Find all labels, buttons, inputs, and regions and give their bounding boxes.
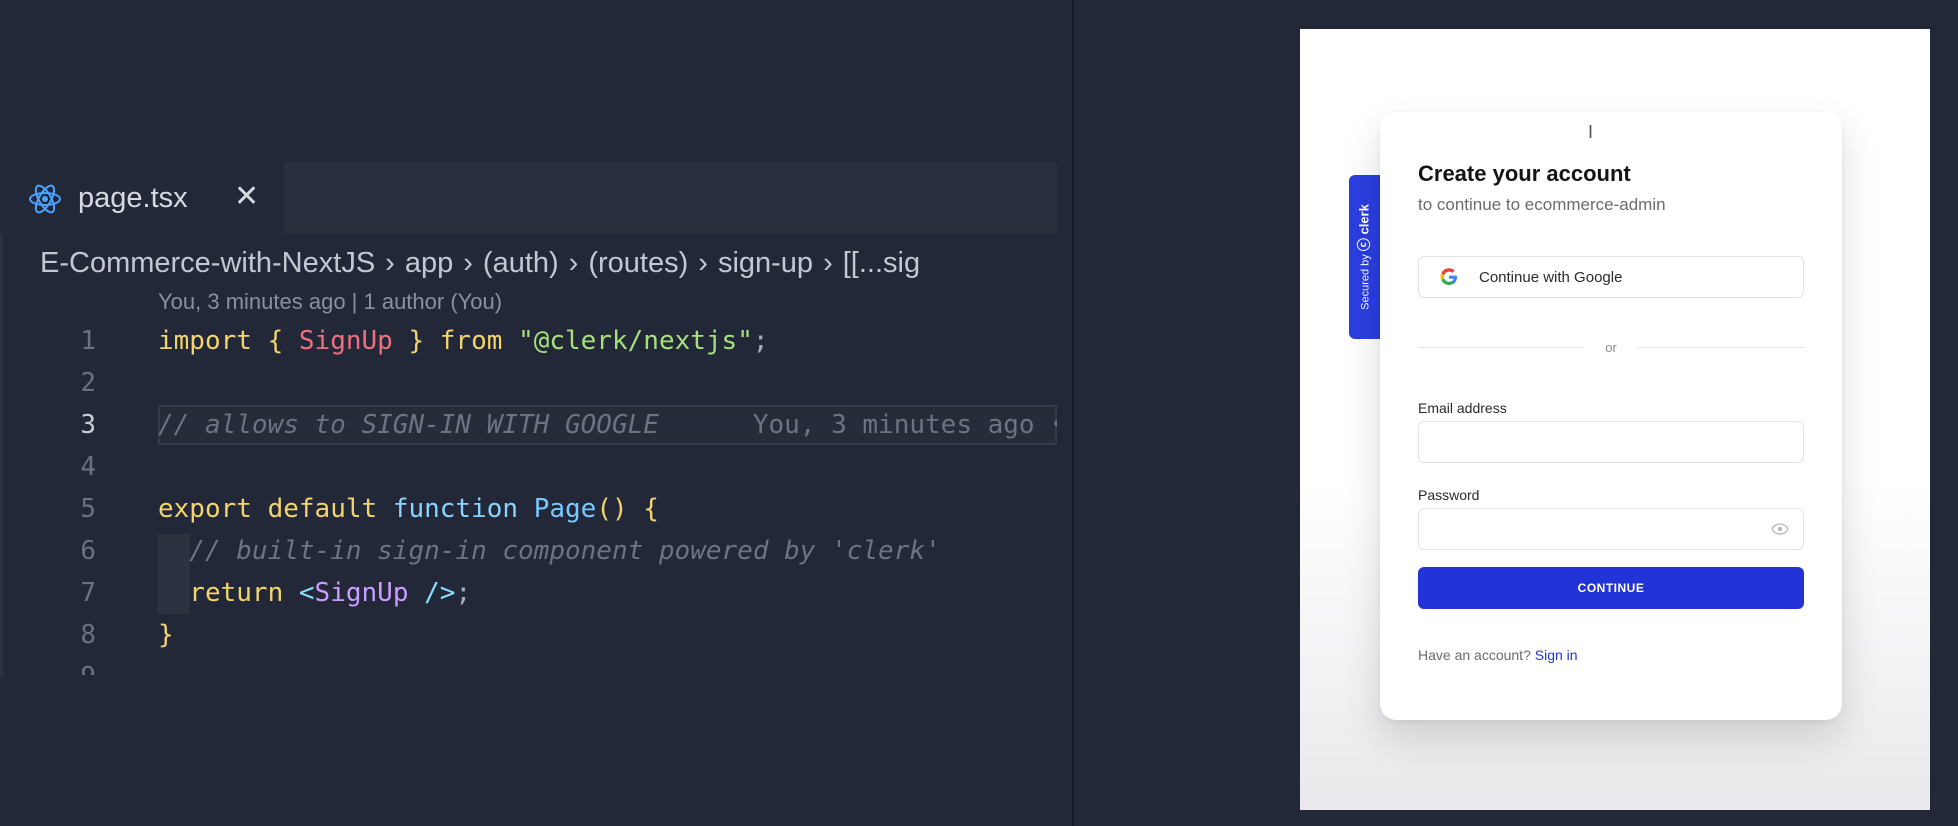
code-token: Page [533,494,597,524]
line-source: } [158,614,174,656]
code-line[interactable]: 3 // allows to SIGN-IN WITH GOOGLE You, 3… [0,404,1057,446]
code-token: "@clerk/nextjs" [518,326,753,356]
secured-by-text: Secured by ⓒ clerk [1356,204,1373,310]
email-label: Email address [1418,400,1507,416]
continue-with-google-button[interactable]: Continue with Google [1418,256,1804,298]
editor-tab-bar: page.tsx ✕ [0,162,1057,234]
code-token: } [392,326,440,356]
continue-button[interactable]: CONTINUE [1418,567,1804,609]
clerk-logo: ⓒ clerk [1356,204,1372,252]
tab-page-tsx[interactable]: page.tsx ✕ [0,162,284,234]
line-number: 2 [80,368,96,398]
code-editor: page.tsx ✕ E-Commerce-with-NextJS › app › (a… [0,0,1072,826]
or-divider: or [1418,338,1804,358]
secured-by-prefix: Secured by [1359,254,1372,310]
breadcrumb-separator: › [823,247,833,279]
breadcrumb-item[interactable]: app [405,247,453,279]
panel-divider[interactable] [1072,0,1074,826]
breadcrumb-separator: › [568,247,579,279]
line-source: // allows to SIGN-IN WITH GOOGLE You, 3 … [158,404,1057,446]
card-title: Create your account [1418,161,1631,186]
code-line[interactable]: 5 export default function Page() { [0,488,1057,530]
signup-preview: Secured by ⓒ clerk I Create your account… [1300,29,1930,810]
line-number: 8 [80,620,96,650]
text-cursor-icon: I [1588,122,1594,142]
password-label: Password [1418,487,1480,503]
breadcrumb-item[interactable]: [[...sig [843,247,920,279]
line-number: 4 [80,452,96,482]
line-number: 6 [80,536,96,566]
secured-by-clerk-badge[interactable]: Secured by ⓒ clerk [1349,175,1381,339]
code-token: } [158,620,174,650]
clerk-brand: clerk [1356,204,1372,235]
close-icon[interactable]: ✕ [234,179,259,215]
line-number: 1 [80,326,96,356]
or-text: or [1605,340,1617,355]
code-token: export [158,494,252,524]
signup-card: I Create your account to continue to eco… [1380,112,1842,720]
card-subtitle: to continue to ecommerce-admin [1418,195,1666,214]
code-token: () { [596,494,659,524]
divider-line-right [1638,347,1804,348]
code-line[interactable]: 8} [0,614,1057,656]
line-number: 7 [80,578,96,608]
react-icon [29,184,61,214]
git-blame-codelens[interactable]: You, 3 minutes ago | 1 author (You) [158,287,502,317]
breadcrumb-item[interactable]: (auth) [483,247,559,279]
breadcrumb-item[interactable]: E-Commerce-with-NextJS [40,247,375,279]
breadcrumb-item[interactable]: (routes) [588,247,688,279]
code-token: ; [752,326,769,356]
code-token: You, 3 minutes ago • Uncommitted changes [752,410,1057,440]
code-token: return [158,578,284,608]
tab-label: page.tsx [78,182,188,214]
code-area[interactable]: 1 import { SignUp } from "@clerk/nextjs";… [0,320,1057,675]
code-token: // built-in sign-in component powered by… [158,536,941,566]
breadcrumb-item[interactable]: sign-up [718,247,813,279]
breadcrumb: E-Commerce-with-NextJS › app › (auth) › (route… [40,244,1057,282]
line-source: // built-in sign-in component powered by… [158,530,941,572]
code-token: // allows to SIGN-IN WITH GOOGLE [158,410,659,440]
code-token: /> [408,578,456,608]
google-icon [1440,268,1457,285]
code-token: from [439,326,503,356]
line-source: export default function Page() { [158,488,659,530]
password-field[interactable] [1418,508,1804,550]
google-button-label: Continue with Google [1479,269,1623,286]
line-source: import { SignUp } from "@clerk/nextjs"; [158,320,769,362]
breadcrumb-separator: › [385,247,395,279]
sign-in-link[interactable]: Sign in [1535,647,1578,663]
code-token: ; [455,578,472,608]
code-token: SignUp [314,578,409,608]
code-token: import [158,326,252,356]
sign-in-prompt: Have an account? Sign in [1418,646,1578,664]
code-token: default [267,494,378,524]
breadcrumb-separator: › [463,247,473,279]
code-token: { [251,326,299,356]
code-line[interactable]: 4 [0,446,1057,488]
code-line[interactable]: 2 [0,362,1057,404]
eye-icon[interactable] [1771,523,1789,535]
footer-prompt: Have an account? [1418,647,1531,663]
line-number: 3 [80,410,96,440]
code-token: SignUp [298,326,393,356]
line-source: return <SignUp />; [158,572,471,614]
code-token: < [298,578,315,608]
code-line[interactable]: 6 // built-in sign-in component powered … [0,530,1057,572]
code-token: function [392,494,519,524]
line-number: 9 [36,656,96,675]
breadcrumb-separator: › [698,247,708,279]
code-line[interactable]: 9 [0,656,1057,675]
code-line[interactable]: 1 import { SignUp } from "@clerk/nextjs"; [0,320,1057,362]
line-number: 5 [80,494,96,524]
email-field[interactable] [1418,421,1804,463]
code-line[interactable]: 7 return <SignUp />; [0,572,1057,614]
